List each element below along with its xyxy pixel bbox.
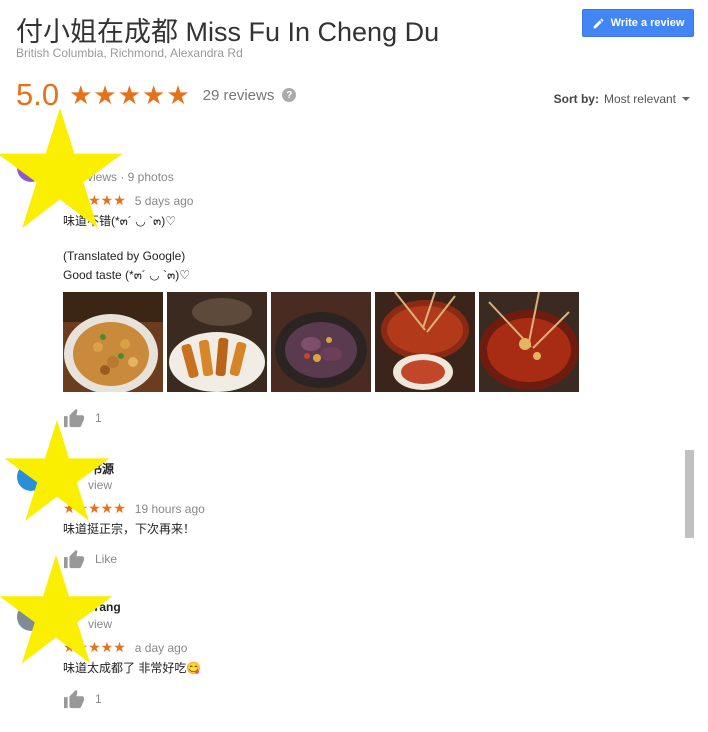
review-time: a day ago <box>134 640 188 655</box>
review-photo[interactable] <box>167 292 267 392</box>
review-photo[interactable] <box>479 292 579 392</box>
translation-label: (Translated by Google) <box>63 249 186 263</box>
review-time: 19 hours ago <box>134 501 205 516</box>
sort-dropdown[interactable]: Sort by: Most relevant <box>554 92 690 106</box>
scrollbar-thumb[interactable] <box>685 450 694 538</box>
redaction-star <box>0 108 123 229</box>
rating-stars: ★★★★★ <box>69 79 191 110</box>
sort-value: Most relevant <box>603 92 676 106</box>
write-review-button[interactable]: Write a review <box>582 9 694 37</box>
help-icon[interactable]: ? <box>282 88 297 102</box>
place-title: 付小姐在成都 Miss Fu In Cheng Du <box>16 17 440 47</box>
review-photo[interactable] <box>375 292 475 392</box>
review-photos <box>63 292 579 392</box>
like-count: 1 <box>95 692 102 706</box>
review-photo[interactable] <box>63 292 163 392</box>
redaction-star <box>4 420 110 521</box>
review-time: 5 days ago <box>134 193 194 208</box>
review-translated-text: Good taste (*๓´ ◡ `๓)♡ <box>63 268 190 282</box>
redaction-star <box>0 555 113 664</box>
place-address: British Columbia, Richmond, Alexandra Rd <box>16 46 243 60</box>
write-review-label: Write a review <box>610 17 685 29</box>
pencil-icon <box>593 18 603 28</box>
review-count-link[interactable]: 29 reviews <box>203 87 275 104</box>
chevron-down-icon <box>682 97 690 101</box>
thumbs-up-icon[interactable] <box>63 689 85 709</box>
sort-label: Sort by: <box>553 92 599 106</box>
rating-summary: 5.0 ★★★★★ 29 reviews ? <box>16 77 297 112</box>
review-photo[interactable] <box>271 292 371 392</box>
like-control[interactable]: 1 <box>63 689 102 709</box>
